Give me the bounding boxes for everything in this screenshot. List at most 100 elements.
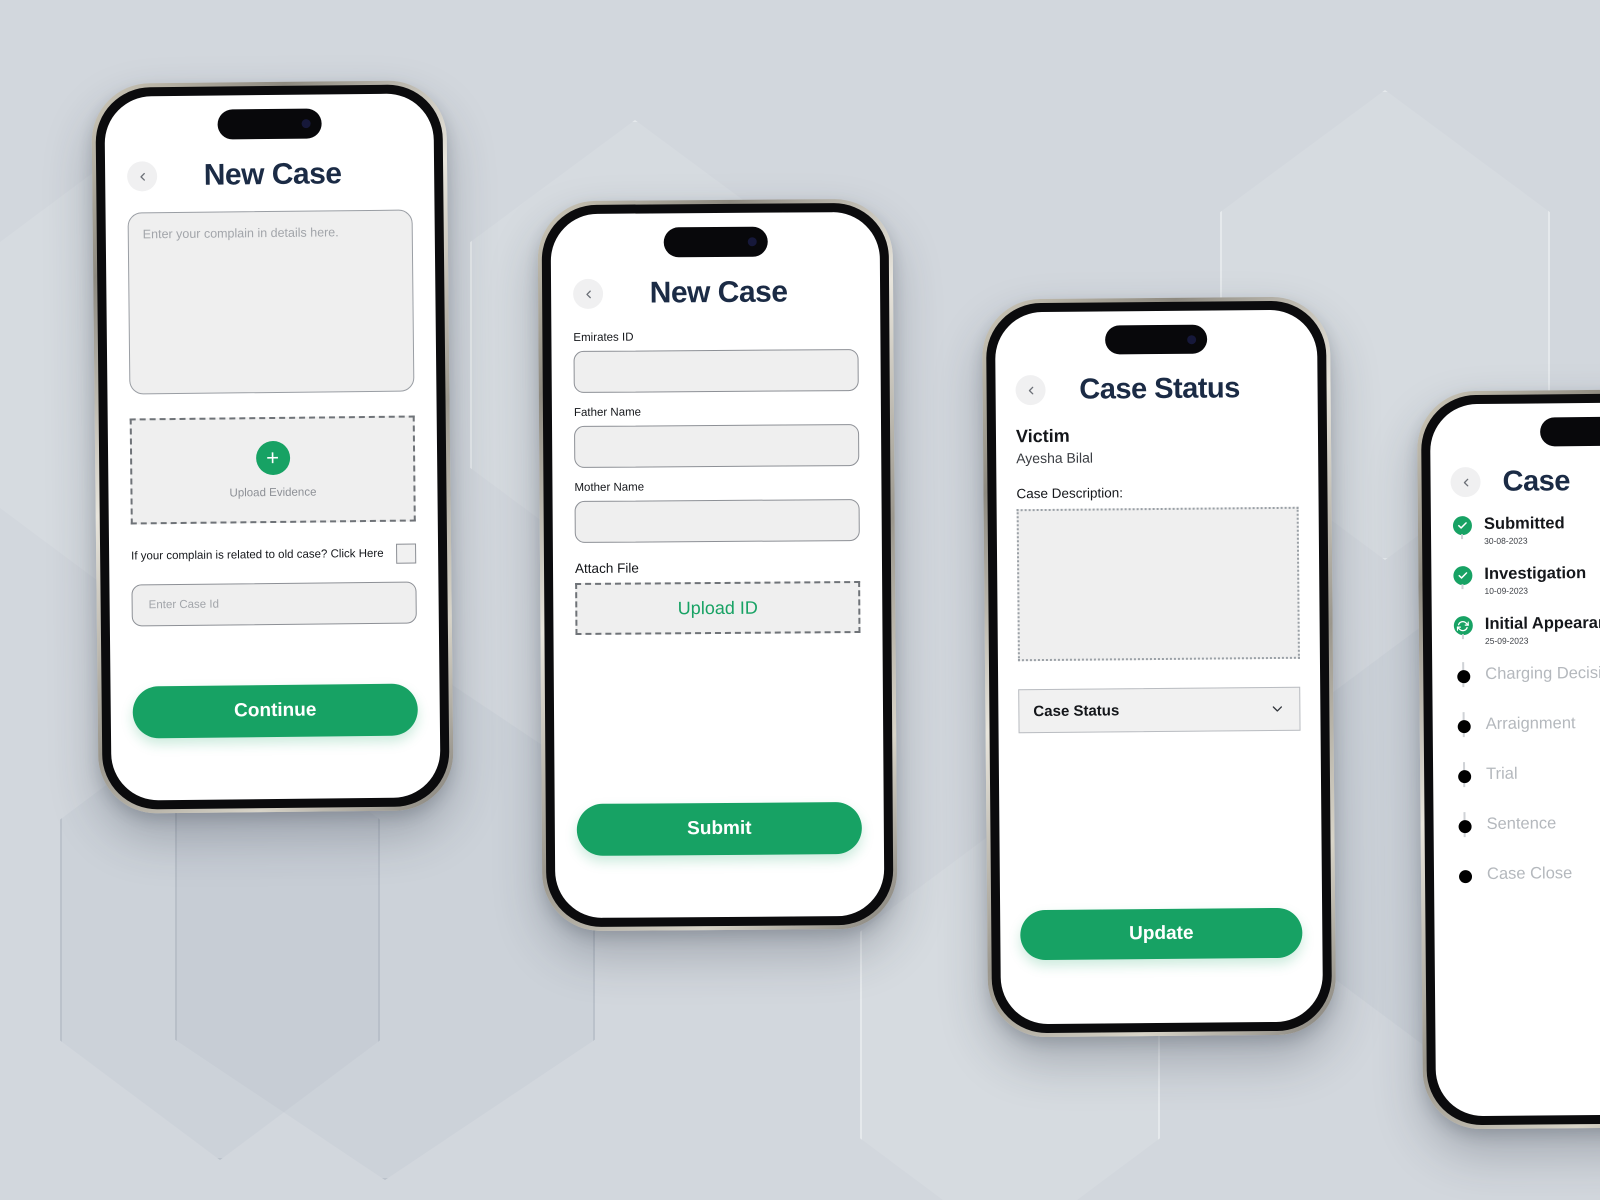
timeline-step-name: Sentence bbox=[1486, 814, 1557, 833]
timeline-text: Case Close bbox=[1476, 864, 1573, 883]
emirates-id-group: Emirates ID bbox=[573, 330, 859, 393]
submit-button[interactable]: Submit bbox=[576, 801, 863, 856]
timeline-connector bbox=[1461, 634, 1464, 640]
timeline-text: Submitted 30-08-2023 bbox=[1473, 514, 1565, 547]
case-id-placeholder: Enter Case Id bbox=[148, 598, 220, 612]
back-button[interactable] bbox=[1450, 466, 1481, 498]
timeline-marker bbox=[1454, 866, 1476, 884]
page-title: Case bbox=[1502, 464, 1571, 498]
timeline-item[interactable]: Trial bbox=[1453, 762, 1600, 816]
attach-file-group: Attach File Upload ID bbox=[575, 559, 861, 635]
phone-bezel: Case Submitted 30-08-2023 Investigation … bbox=[1420, 392, 1600, 1126]
chevron-left-icon bbox=[1028, 386, 1033, 394]
victim-block: Victim Ayesha Bilal bbox=[1016, 424, 1298, 466]
upload-id-dropzone[interactable]: Upload ID bbox=[575, 581, 861, 635]
timeline-item[interactable]: Initial Appearance 25-09-2023 bbox=[1452, 614, 1600, 666]
case-id-input[interactable]: Enter Case Id bbox=[131, 581, 417, 627]
old-case-question: If your complain is related to old case?… bbox=[131, 547, 384, 563]
timeline-connector bbox=[1461, 534, 1464, 540]
father-name-field[interactable] bbox=[574, 424, 860, 468]
complaint-textarea[interactable]: Enter your complain in details here. bbox=[127, 209, 415, 395]
phone-bezel: New Case Enter your complain in details … bbox=[95, 84, 450, 810]
timeline-item[interactable]: Charging Decision bbox=[1452, 662, 1600, 716]
page-title: New Case bbox=[203, 157, 342, 192]
header-bar: New Case bbox=[127, 152, 412, 199]
case-progress-timeline: Submitted 30-08-2023 Investigation 10-09… bbox=[1451, 514, 1600, 916]
phone-frame-case-status: Case Status Victim Ayesha Bilal Case Des… bbox=[981, 296, 1337, 1038]
refresh-icon bbox=[1453, 616, 1473, 636]
timeline-marker bbox=[1453, 812, 1475, 838]
upload-evidence-dropzone[interactable]: + Upload Evidence bbox=[129, 415, 416, 525]
case-description-block: Case Description: bbox=[1016, 484, 1300, 662]
page-title: Case Status bbox=[1079, 371, 1240, 406]
header-bar: Case Status bbox=[1015, 366, 1297, 412]
timeline-text: Trial bbox=[1475, 764, 1518, 784]
timeline-step-name: Charging Decision bbox=[1485, 663, 1600, 683]
timeline-marker bbox=[1451, 516, 1473, 540]
upload-evidence-caption: Upload Evidence bbox=[229, 486, 317, 500]
dot-icon bbox=[1456, 670, 1470, 684]
dot-icon bbox=[1457, 720, 1471, 734]
old-case-checkbox[interactable] bbox=[396, 543, 417, 564]
back-button[interactable] bbox=[572, 278, 604, 310]
back-button[interactable] bbox=[1015, 374, 1046, 406]
timeline-step-date: 10-09-2023 bbox=[1484, 585, 1529, 597]
update-button[interactable]: Update bbox=[1020, 907, 1303, 961]
timeline-item[interactable]: Sentence bbox=[1453, 812, 1600, 866]
timeline-marker bbox=[1453, 712, 1475, 738]
dot-icon bbox=[1458, 820, 1472, 834]
phone-frame-new-case-complaint: New Case Enter your complain in details … bbox=[91, 80, 454, 814]
check-icon bbox=[1452, 566, 1472, 586]
header-bar: New Case bbox=[572, 270, 858, 316]
timeline-item[interactable]: Submitted 30-08-2023 bbox=[1451, 514, 1600, 566]
timeline-text: Investigation 10-09-2023 bbox=[1473, 564, 1587, 597]
timeline-step-name: Arraignment bbox=[1485, 714, 1576, 733]
mockup-canvas: New Case Enter your complain in details … bbox=[0, 0, 1600, 1200]
timeline-text: Charging Decision bbox=[1474, 663, 1600, 684]
father-name-label: Father Name bbox=[573, 406, 642, 419]
screen-new-case-complaint: New Case Enter your complain in details … bbox=[104, 93, 441, 801]
timeline-connector bbox=[1461, 584, 1464, 590]
timeline-marker bbox=[1451, 566, 1473, 590]
emirates-id-field[interactable] bbox=[573, 349, 859, 393]
case-status-select-label: Case Status bbox=[1033, 701, 1120, 720]
timeline-step-name: Trial bbox=[1486, 764, 1518, 783]
timeline-step-name: Initial Appearance bbox=[1484, 613, 1600, 633]
attach-file-label: Attach File bbox=[574, 560, 639, 576]
timeline-step-name: Investigation bbox=[1484, 564, 1587, 583]
case-status-select[interactable]: Case Status bbox=[1018, 686, 1301, 734]
dot-icon bbox=[1457, 770, 1471, 784]
timeline-item[interactable]: Arraignment bbox=[1453, 712, 1600, 766]
timeline-marker bbox=[1453, 762, 1475, 788]
screen-content: Case Submitted 30-08-2023 Investigation … bbox=[1430, 402, 1600, 1117]
header-bar: Case bbox=[1450, 458, 1600, 504]
timeline-text: Sentence bbox=[1475, 814, 1557, 833]
timeline-step-name: Submitted bbox=[1483, 514, 1565, 533]
chevron-left-icon bbox=[139, 172, 145, 181]
timeline-item[interactable]: Investigation 10-09-2023 bbox=[1451, 564, 1600, 616]
mother-name-group: Mother Name bbox=[574, 480, 860, 543]
page-title: New Case bbox=[649, 275, 788, 310]
back-button[interactable] bbox=[127, 161, 158, 192]
timeline-step-date: 30-08-2023 bbox=[1484, 535, 1528, 547]
continue-button[interactable]: Continue bbox=[132, 683, 419, 739]
chevron-left-icon bbox=[1463, 478, 1468, 486]
case-description-textarea[interactable] bbox=[1016, 506, 1300, 662]
timeline-step-name: Case Close bbox=[1486, 864, 1573, 883]
father-name-group: Father Name bbox=[573, 405, 860, 468]
screen-content: New Case Emirates ID Father Name Mother … bbox=[551, 212, 885, 918]
screen-content: New Case Enter your complain in details … bbox=[104, 93, 440, 800]
mother-name-field[interactable] bbox=[574, 499, 860, 543]
timeline-text: Arraignment bbox=[1475, 714, 1576, 733]
timeline-item[interactable]: Case Close bbox=[1454, 864, 1600, 916]
screen-new-case-details: New Case Emirates ID Father Name Mother … bbox=[550, 211, 885, 919]
screen-case-timeline: Case Submitted 30-08-2023 Investigation … bbox=[1429, 401, 1600, 1117]
old-case-row: If your complain is related to old case?… bbox=[131, 543, 417, 567]
emirates-id-label: Emirates ID bbox=[573, 331, 634, 345]
check-icon bbox=[1452, 516, 1472, 536]
phone-frame-case-timeline: Case Submitted 30-08-2023 Investigation … bbox=[1416, 388, 1600, 1130]
case-description-label: Case Description: bbox=[1016, 485, 1124, 502]
dot-icon bbox=[1458, 870, 1472, 884]
screen-content: Case Status Victim Ayesha Bilal Case Des… bbox=[995, 310, 1323, 1025]
mother-name-label: Mother Name bbox=[574, 481, 645, 494]
